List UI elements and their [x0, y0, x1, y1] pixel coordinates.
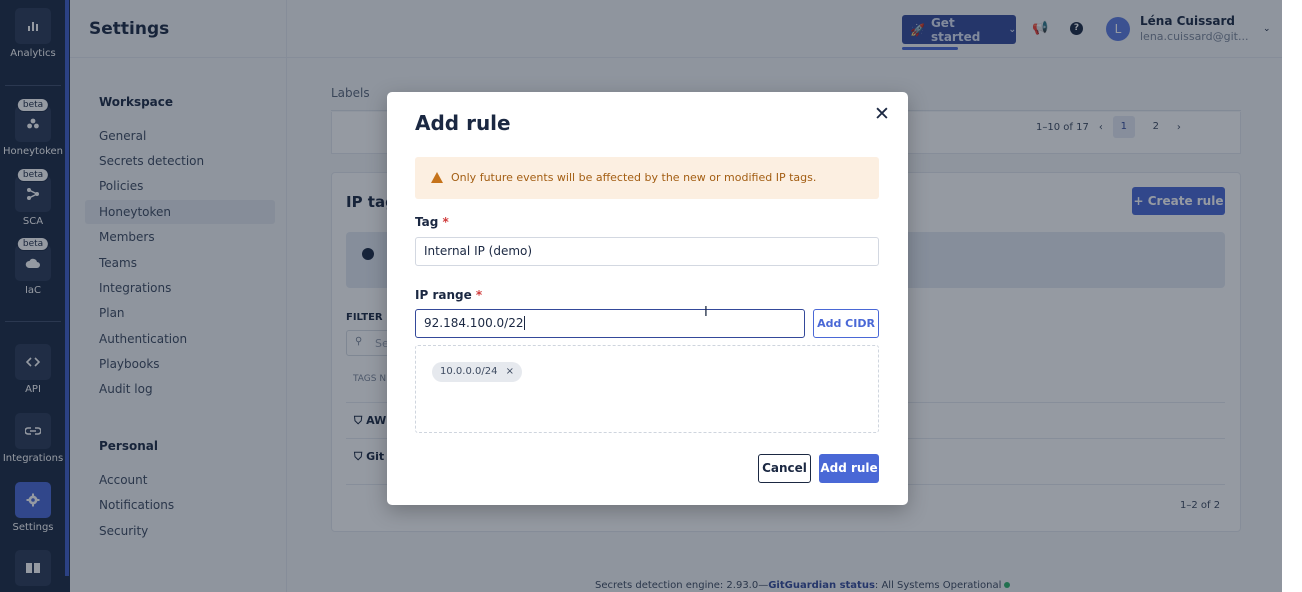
ip-range-input[interactable]: 92.184.100.0/22 [415, 309, 805, 338]
close-icon[interactable]: ✕ [874, 103, 890, 125]
cancel-button[interactable]: Cancel [758, 454, 811, 483]
remove-icon[interactable]: × [506, 366, 514, 377]
add-cidr-button[interactable]: Add CIDR [813, 309, 879, 338]
required-marker: * [475, 288, 483, 302]
warning-icon [431, 172, 443, 183]
add-rule-dialog: Add rule ✕ Only future events will be af… [387, 92, 908, 505]
tag-label-text: Tag [415, 215, 439, 229]
tag-label: Tag * [415, 215, 449, 229]
text-caret [524, 316, 526, 330]
text-cursor-icon: I [704, 305, 708, 320]
required-marker: * [442, 215, 449, 229]
ip-range-label: IP range * [415, 288, 482, 302]
app-window: Analytics beta Honeytoken beta SCA beta … [0, 0, 1282, 592]
tag-input[interactable]: Internal IP (demo) [415, 237, 879, 266]
warning-text: Only future events will be affected by t… [451, 171, 817, 184]
dialog-title: Add rule [415, 111, 511, 135]
cidr-list: 10.0.0.0/24 × [415, 345, 879, 433]
warning-banner: Only future events will be affected by t… [415, 157, 879, 199]
window-margin [1282, 0, 1302, 592]
cidr-chip-label: 10.0.0.0/24 [440, 366, 498, 377]
ip-range-label-text: IP range [415, 288, 472, 302]
add-rule-button[interactable]: Add rule [819, 454, 879, 483]
cidr-chip: 10.0.0.0/24 × [432, 362, 523, 382]
ip-range-value: 92.184.100.0/22 [424, 316, 524, 330]
